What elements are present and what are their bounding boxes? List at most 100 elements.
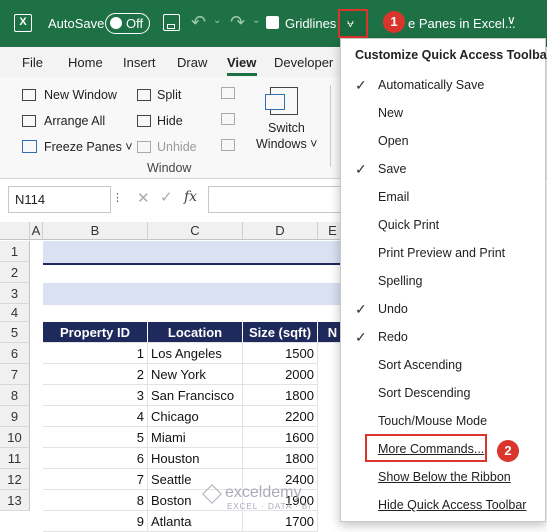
menu-item-label: Email <box>378 190 410 204</box>
document-title[interactable]: e Panes in Excel... <box>408 16 516 31</box>
qat-menu-item-save[interactable]: ✓ Save <box>341 155 545 183</box>
tab-view[interactable]: View <box>227 55 256 70</box>
table-cell-id[interactable]: 8 <box>43 490 148 511</box>
sync-scroll-icon[interactable] <box>221 113 235 125</box>
table-cell-location[interactable]: Los Angeles <box>148 343 243 364</box>
qat-menu-item-touch-mouse-mode[interactable]: Touch/Mouse Mode <box>341 407 545 435</box>
qat-menu-item-new[interactable]: New <box>341 99 545 127</box>
table-cell-size[interactable]: 1700 <box>243 511 318 532</box>
table-cell-location[interactable]: Houston <box>148 448 243 469</box>
table-cell-id[interactable]: 6 <box>43 448 148 469</box>
title-band-row3 <box>43 283 348 305</box>
qat-menu-item-quick-print[interactable]: Quick Print <box>341 211 545 239</box>
qat-menu-item-print-preview-and-print[interactable]: Print Preview and Print <box>341 239 545 267</box>
table-cell-location[interactable]: Miami <box>148 427 243 448</box>
table-cell-location[interactable]: San Francisco <box>148 385 243 406</box>
qat-menu-item-email[interactable]: Email <box>341 183 545 211</box>
table-cell-id[interactable]: 4 <box>43 406 148 427</box>
table-cell-size[interactable]: 1500 <box>243 343 318 364</box>
chevron-down-icon[interactable]: ⌄ <box>252 15 260 26</box>
row-header-6[interactable]: 6 <box>0 343 30 364</box>
save-icon[interactable] <box>163 14 180 31</box>
row-header-12[interactable]: 12 <box>0 469 30 490</box>
toggle-state: Off <box>126 16 144 31</box>
table-cell-id[interactable]: 7 <box>43 469 148 490</box>
reset-position-icon[interactable] <box>221 139 235 151</box>
table-cell-id[interactable]: 5 <box>43 427 148 448</box>
table-cell-size[interactable]: 1800 <box>243 448 318 469</box>
switch-windows-button[interactable]: Switch Windows ˅ <box>252 85 322 155</box>
qat-menu-item-hide-quick-access-toolbar[interactable]: Hide Quick Access Toolbar <box>341 491 545 519</box>
switch-windows-label-2: Windows ˅ <box>256 137 318 151</box>
split-icon <box>137 89 151 101</box>
chevron-down-icon[interactable]: ⌄ <box>213 15 221 26</box>
column-header-c[interactable]: C <box>148 222 243 240</box>
table-cell-location[interactable]: Chicago <box>148 406 243 427</box>
row-header-2[interactable]: 2 <box>0 262 30 283</box>
column-header-b[interactable]: B <box>43 222 148 240</box>
tab-file[interactable]: File <box>22 55 43 70</box>
row-header-8[interactable]: 8 <box>0 385 30 406</box>
table-header-cell[interactable]: Size (sqft) <box>243 322 318 343</box>
tab-developer[interactable]: Developer <box>274 55 333 70</box>
table-header-cell[interactable]: Location <box>148 322 243 343</box>
gridlines-checkbox[interactable] <box>266 16 279 29</box>
row-header-9[interactable]: 9 <box>0 406 30 427</box>
table-cell-id[interactable]: 3 <box>43 385 148 406</box>
more-commands-highlight <box>365 434 487 462</box>
autosave-toggle[interactable]: Off <box>105 13 150 34</box>
table-header-cell[interactable]: Property ID <box>43 322 148 343</box>
row-header-11[interactable]: 11 <box>0 448 30 469</box>
tab-home[interactable]: Home <box>68 55 103 70</box>
row-header-10[interactable]: 10 <box>0 427 30 448</box>
qat-menu-item-automatically-save[interactable]: ✓ Automatically Save <box>341 71 545 99</box>
row-header-7[interactable]: 7 <box>0 364 30 385</box>
qat-menu-item-sort-ascending[interactable]: Sort Ascending <box>341 351 545 379</box>
row-header-1[interactable]: 1 <box>0 241 30 262</box>
unhide-icon <box>137 141 151 153</box>
table-cell-size[interactable]: 1800 <box>243 385 318 406</box>
table-cell-location[interactable]: New York <box>148 364 243 385</box>
row-header-4[interactable]: 4 <box>0 304 30 322</box>
active-tab-indicator <box>227 73 257 76</box>
table-cell-id[interactable]: 2 <box>43 364 148 385</box>
qat-menu-item-show-below-the-ribbon[interactable]: Show Below the Ribbon <box>341 463 545 491</box>
title-band-row1 <box>43 241 348 263</box>
toggle-knob <box>110 17 122 29</box>
table-cell-id[interactable]: 9 <box>43 511 148 532</box>
dropdown-icon: ⩝ <box>347 16 354 30</box>
formula-input[interactable] <box>208 186 343 213</box>
tab-draw[interactable]: Draw <box>177 55 207 70</box>
row-header-5[interactable]: 5 <box>0 322 30 343</box>
menu-item-label: Show Below the Ribbon <box>378 470 511 484</box>
exceldemy-watermark: exceldemy EXCEL · DATA · BI <box>202 483 310 511</box>
row-header-13[interactable]: 13 <box>0 490 30 511</box>
column-header-d[interactable]: D <box>243 222 318 240</box>
qat-menu-item-sort-descending[interactable]: Sort Descending <box>341 379 545 407</box>
cancel-icon[interactable]: ✕ <box>137 189 150 207</box>
table-cell-id[interactable]: 1 <box>43 343 148 364</box>
name-box[interactable]: N114 <box>8 186 111 213</box>
confirm-icon[interactable]: ✓ <box>160 188 173 206</box>
table-cell-size[interactable]: 2000 <box>243 364 318 385</box>
view-side-by-side-icon[interactable] <box>221 87 235 99</box>
customize-qat-button[interactable]: ⩝ <box>338 9 368 38</box>
row-header-3[interactable]: 3 <box>0 283 30 304</box>
table-cell-location[interactable]: Atlanta <box>148 511 243 532</box>
name-box-dropdown-icon[interactable]: ⋮ <box>112 191 123 204</box>
insert-function-icon[interactable]: fx <box>184 189 197 205</box>
column-header-a[interactable]: A <box>30 222 43 240</box>
undo-icon[interactable]: ↶ <box>191 12 206 33</box>
qat-menu-item-redo[interactable]: ✓ Redo <box>341 323 545 351</box>
qat-menu-item-spelling[interactable]: Spelling <box>341 267 545 295</box>
arrange-all-icon <box>22 115 36 127</box>
menu-item-label: Spelling <box>378 274 423 288</box>
select-all-corner[interactable] <box>0 222 30 240</box>
table-cell-size[interactable]: 1600 <box>243 427 318 448</box>
table-cell-size[interactable]: 2200 <box>243 406 318 427</box>
tab-insert[interactable]: Insert <box>123 55 156 70</box>
chevron-down-icon[interactable]: ∨ <box>507 13 516 27</box>
qat-menu-item-open[interactable]: Open <box>341 127 545 155</box>
qat-menu-item-undo[interactable]: ✓ Undo <box>341 295 545 323</box>
redo-icon[interactable]: ↷ <box>230 12 245 33</box>
